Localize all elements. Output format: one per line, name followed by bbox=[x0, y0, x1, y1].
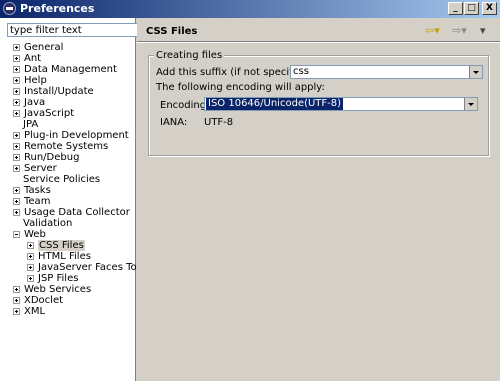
tree-item-label: Web Services bbox=[24, 284, 92, 295]
tree-item-label: Server bbox=[24, 163, 57, 174]
tree-item[interactable]: Data Management bbox=[0, 64, 135, 75]
tree-item-label: XDoclet bbox=[24, 295, 64, 306]
encoding-label: Encoding: bbox=[160, 100, 210, 111]
tree-item[interactable]: General bbox=[0, 42, 135, 53]
tree-item[interactable]: Validation bbox=[0, 218, 135, 229]
encoding-value: ISO 10646/Unicode(UTF-8) bbox=[206, 98, 344, 110]
tree-item[interactable]: Usage Data Collector bbox=[0, 207, 135, 218]
tree-item[interactable]: CSS Files bbox=[0, 240, 135, 251]
tree-item-label: Install/Update bbox=[24, 86, 94, 97]
tree-item-label: Help bbox=[24, 75, 47, 86]
collapse-icon[interactable] bbox=[13, 231, 20, 238]
header-divider bbox=[137, 41, 500, 42]
tree-item-label: Validation bbox=[23, 218, 73, 229]
dropdown-arrow-icon[interactable] bbox=[464, 98, 477, 110]
tree-item[interactable]: Java bbox=[0, 97, 135, 108]
encoding-dropdown[interactable]: ISO 10646/Unicode(UTF-8) bbox=[204, 97, 478, 111]
tree-item-label: General bbox=[24, 42, 64, 53]
tree-item[interactable]: Web bbox=[0, 229, 135, 240]
tree-item-label: JPA bbox=[23, 119, 39, 130]
suffix-dropdown[interactable]: css bbox=[290, 65, 483, 79]
tree-item[interactable]: XML bbox=[0, 306, 135, 317]
window-title: Preferences bbox=[20, 2, 95, 15]
tree-item-label: HTML Files bbox=[38, 251, 91, 262]
tree-item-label: Web bbox=[24, 229, 46, 240]
maximize-button[interactable]: □ bbox=[464, 2, 479, 15]
close-button[interactable]: X bbox=[482, 2, 497, 15]
tree-item-label: Usage Data Collector bbox=[24, 207, 130, 218]
expand-icon[interactable] bbox=[13, 110, 20, 117]
tree-item-label: JSP Files bbox=[38, 273, 79, 284]
expand-icon[interactable] bbox=[13, 44, 20, 51]
expand-icon[interactable] bbox=[13, 165, 20, 172]
dropdown-arrow-icon[interactable] bbox=[469, 66, 482, 78]
tree-item[interactable]: Install/Update bbox=[0, 86, 135, 97]
tree-item-label: Remote Systems bbox=[24, 141, 109, 152]
tree-item[interactable]: Help bbox=[0, 75, 135, 86]
tree-item[interactable]: Team bbox=[0, 196, 135, 207]
expand-icon[interactable] bbox=[27, 275, 34, 282]
expand-icon[interactable] bbox=[13, 99, 20, 106]
expand-icon[interactable] bbox=[13, 154, 20, 161]
tree-item[interactable]: HTML Files bbox=[0, 251, 135, 262]
expand-icon[interactable] bbox=[27, 253, 34, 260]
expand-icon[interactable] bbox=[13, 143, 20, 150]
expand-icon[interactable] bbox=[13, 132, 20, 139]
tree-item-label: Service Policies bbox=[23, 174, 101, 185]
iana-value: UTF-8 bbox=[204, 117, 234, 128]
tree-item-label: Run/Debug bbox=[24, 152, 80, 163]
minimize-button[interactable]: _ bbox=[448, 2, 463, 15]
tree-item[interactable]: Plug-in Development bbox=[0, 130, 135, 141]
expand-icon[interactable] bbox=[13, 308, 20, 315]
tree-item-label: Ant bbox=[24, 53, 42, 64]
expand-icon[interactable] bbox=[13, 209, 20, 216]
tree-item-label: Team bbox=[24, 196, 51, 207]
iana-label: IANA: bbox=[160, 117, 188, 128]
preferences-tree-panel: GeneralAntData ManagementHelpInstall/Upd… bbox=[0, 18, 146, 381]
back-arrow-icon[interactable]: ⇦▾ bbox=[425, 24, 440, 38]
expand-icon[interactable] bbox=[27, 264, 34, 271]
encoding-note: The following encoding will apply: bbox=[156, 82, 325, 93]
page-title: CSS Files bbox=[146, 26, 198, 37]
expand-icon[interactable] bbox=[27, 242, 34, 249]
title-bar: Preferences _ □ X bbox=[0, 0, 500, 18]
tree-item-label: Tasks bbox=[24, 185, 51, 196]
tree-item[interactable]: JPA bbox=[0, 119, 135, 130]
eclipse-icon bbox=[3, 2, 16, 15]
tree-item[interactable]: Tasks bbox=[0, 185, 135, 196]
tree-item[interactable]: Run/Debug bbox=[0, 152, 135, 163]
filter-input[interactable] bbox=[7, 23, 139, 37]
view-menu-icon[interactable]: ▾ bbox=[480, 24, 486, 38]
expand-icon[interactable] bbox=[13, 88, 20, 95]
tree-item[interactable]: Remote Systems bbox=[0, 141, 135, 152]
expand-icon[interactable] bbox=[13, 66, 20, 73]
expand-icon[interactable] bbox=[13, 187, 20, 194]
tree-item-label: CSS Files bbox=[38, 240, 85, 251]
tree-item[interactable]: JSP Files bbox=[0, 273, 135, 284]
tree-item-label: Data Management bbox=[24, 64, 117, 75]
tree-item-label: JavaScript bbox=[24, 108, 75, 119]
forward-arrow-icon[interactable]: ⇨▾ bbox=[452, 24, 467, 38]
expand-icon[interactable] bbox=[13, 77, 20, 84]
group-label: Creating files bbox=[154, 50, 225, 61]
suffix-value: css bbox=[293, 66, 309, 77]
expand-icon[interactable] bbox=[13, 286, 20, 293]
tree-item[interactable]: JavaServer Faces Tool bbox=[0, 262, 146, 273]
tree-item-label: JavaServer Faces Tool bbox=[38, 262, 146, 273]
expand-icon[interactable] bbox=[13, 55, 20, 62]
tree-item-label: XML bbox=[24, 306, 46, 317]
tree-item[interactable]: Server bbox=[0, 163, 135, 174]
tree-item[interactable]: JavaScript bbox=[0, 108, 135, 119]
expand-icon[interactable] bbox=[13, 297, 20, 304]
tree-item[interactable]: XDoclet bbox=[0, 295, 135, 306]
tree-item[interactable]: Ant bbox=[0, 53, 135, 64]
tree-item-label: Plug-in Development bbox=[24, 130, 129, 141]
expand-icon[interactable] bbox=[13, 198, 20, 205]
tree-item[interactable]: Service Policies bbox=[0, 174, 135, 185]
tree-item[interactable]: Web Services bbox=[0, 284, 135, 295]
tree-item-label: Java bbox=[24, 97, 46, 108]
